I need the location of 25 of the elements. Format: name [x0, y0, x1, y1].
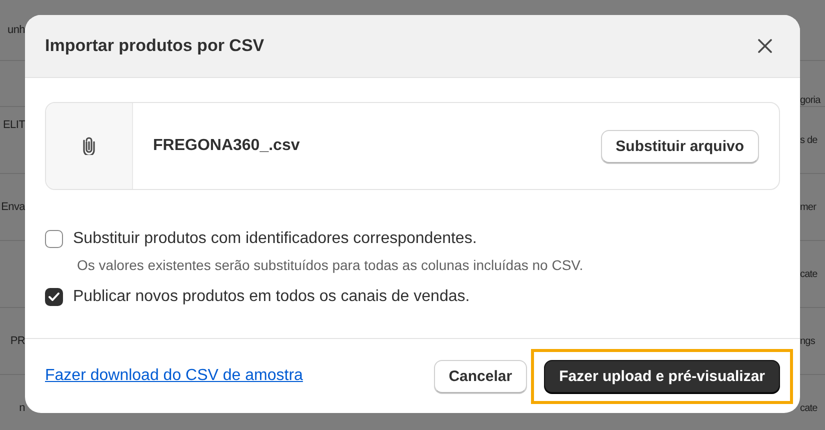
upload-preview-button[interactable]: Fazer upload e pré-visualizar	[544, 360, 780, 392]
file-name: FREGONA360_.csv	[152, 137, 301, 155]
paperclip-icon	[82, 137, 96, 155]
download-sample-link[interactable]: Fazer download do CSV de amostra	[45, 367, 303, 385]
table-cell-text: ngs	[800, 336, 815, 346]
table-cell-text: cate	[800, 402, 818, 414]
close-icon[interactable]	[758, 39, 772, 53]
table-cell-text: unh	[8, 24, 25, 36]
checkmark-icon	[48, 292, 60, 302]
table-cell-text: s de	[800, 134, 818, 146]
table-cell-text: ELIT	[2, 119, 25, 131]
replace-file-button[interactable]: Substituir arquivo	[600, 130, 759, 162]
table-cell-text: mer	[800, 202, 816, 212]
table-cell-text: PR	[10, 335, 25, 347]
table-cell-text: cate	[800, 268, 818, 280]
checkbox[interactable]	[45, 288, 63, 306]
checkbox-label: Publicar novos produtos em todos os canais de vendas.	[73, 288, 470, 306]
table-cell-text: goria	[800, 95, 820, 106]
help-text: Os valores existentes serão substituídos para todas as colunas incluídas no CSV.	[76, 257, 584, 273]
checkbox[interactable]	[45, 230, 63, 248]
cancel-button[interactable]: Cancelar	[434, 360, 528, 392]
table-cell-text: n	[19, 402, 25, 414]
dialog-title: Importar produtos por CSV	[45, 36, 264, 56]
checkbox-label: Substituir produtos com identificadores correspondentes.	[73, 230, 477, 248]
table-cell-text: Enva	[1, 201, 25, 213]
